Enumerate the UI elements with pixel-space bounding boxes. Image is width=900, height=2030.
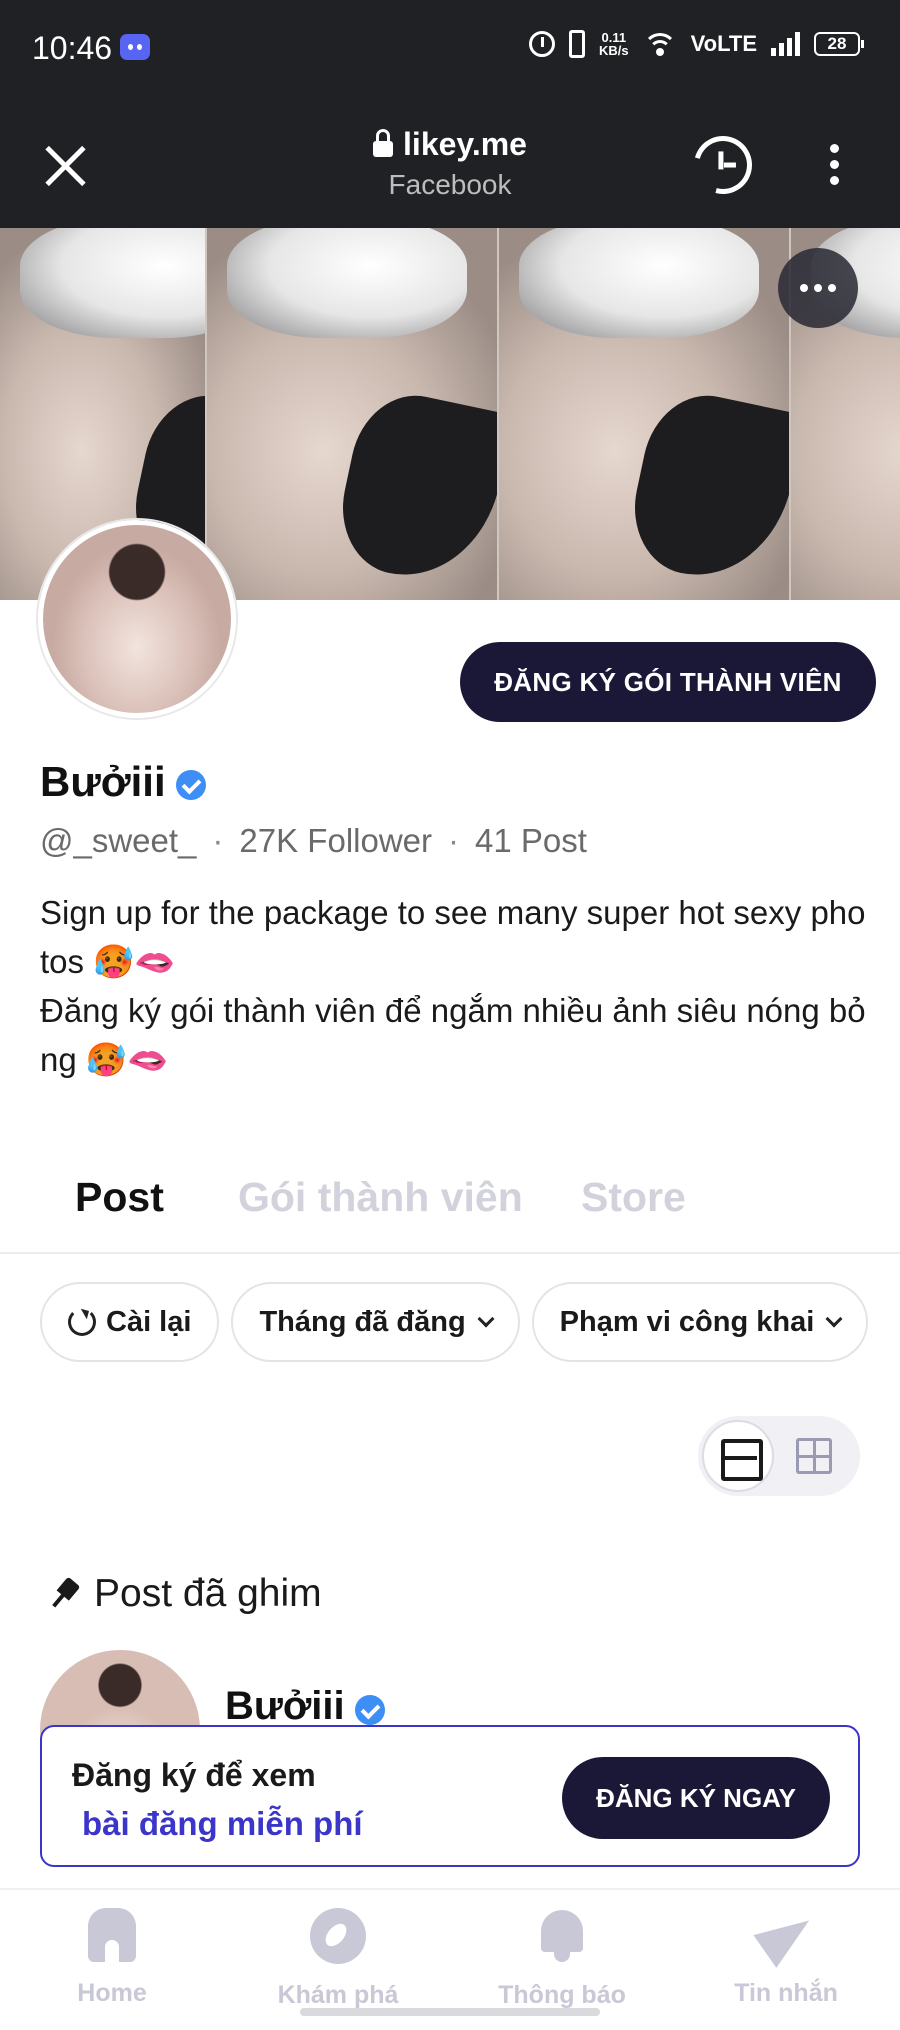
profile-meta: @_sweet_ · 27K Follower · 41 Post xyxy=(40,822,587,860)
volte-label: VoLTE xyxy=(690,31,757,56)
bio-line-vietnamese: Đăng ký gói thành viên để ngắm nhiều ảnh… xyxy=(40,992,866,1078)
nav-home-label: Home xyxy=(77,1979,147,2007)
filter-bar: Cài lại Tháng đã đăng Phạm vi công khai xyxy=(40,1282,869,1362)
home-icon xyxy=(85,1908,139,1962)
pinned-label: Post đã ghim xyxy=(94,1572,322,1615)
post-author-name: Bưởiii xyxy=(225,1684,345,1728)
vibrate-icon xyxy=(568,30,585,58)
send-icon xyxy=(758,1908,814,1962)
verified-icon xyxy=(175,770,206,800)
profile-name-text: Bưởiii xyxy=(40,758,166,805)
reset-filter-label: Cài lại xyxy=(106,1305,192,1338)
url-domain: likey.me xyxy=(403,126,527,162)
profile-name: Bưởiii xyxy=(40,758,206,806)
post-count: 41 Post xyxy=(475,822,587,859)
battery-icon: 28 xyxy=(814,32,864,56)
wifi-icon xyxy=(642,31,677,57)
follower-count[interactable]: 27K Follower xyxy=(239,822,432,860)
scope-filter-dropdown[interactable]: Phạm vi công khai xyxy=(531,1282,869,1362)
network-speed: 0.11 KB/s xyxy=(599,31,629,57)
tab-membership[interactable]: Gói thành viên xyxy=(238,1174,523,1221)
cover-tile xyxy=(499,228,789,600)
home-indicator[interactable] xyxy=(300,2008,600,2016)
avatar[interactable] xyxy=(38,520,236,718)
profile-bio: Sign up for the package to see many supe… xyxy=(40,888,870,1084)
signup-banner-title: Đăng ký để xem xyxy=(72,1757,316,1793)
signup-banner: Đăng ký để xem bài đăng miễn phí ĐĂNG KÝ… xyxy=(40,1725,860,1867)
view-toggle xyxy=(698,1416,860,1496)
bio-line-english: Sign up for the package to see many supe… xyxy=(40,894,866,980)
verified-icon xyxy=(354,1694,385,1725)
signup-now-button[interactable]: ĐĂNG KÝ NGAY xyxy=(562,1757,830,1839)
reset-filter-button[interactable]: Cài lại xyxy=(40,1282,220,1362)
profile-more-icon[interactable] xyxy=(778,248,858,328)
status-icons: 0.11 KB/s VoLTE 28 xyxy=(528,30,864,58)
signup-banner-subtitle: bài đăng miễn phí xyxy=(82,1805,363,1842)
url-subtitle: Facebook xyxy=(388,169,512,200)
bell-icon xyxy=(537,1908,587,1964)
browser-toolbar: likey.me Facebook xyxy=(0,100,900,228)
tab-post[interactable]: Post xyxy=(75,1174,164,1221)
more-vert-icon[interactable] xyxy=(826,144,842,190)
meta-separator: · xyxy=(448,822,460,859)
grid-view-icon[interactable] xyxy=(796,1438,832,1474)
refresh-icon xyxy=(68,1308,96,1336)
subscribe-membership-button[interactable]: ĐĂNG KÝ GÓI THÀNH VIÊN xyxy=(460,642,876,722)
nav-messages[interactable]: Tin nhắn xyxy=(686,1908,886,2008)
month-filter-label: Tháng đã đăng xyxy=(259,1305,466,1338)
scope-filter-label: Phạm vi công khai xyxy=(559,1305,815,1338)
signal-icon xyxy=(771,32,800,56)
nav-home[interactable]: Home xyxy=(12,1908,212,2008)
pin-icon xyxy=(41,1571,86,1616)
discord-icon xyxy=(120,34,150,60)
chevron-down-icon xyxy=(825,1310,843,1328)
meta-separator: · xyxy=(212,822,224,859)
nav-explore[interactable]: Khám phá xyxy=(238,1908,438,2010)
network-speed-unit: KB/s xyxy=(598,43,629,58)
tab-store[interactable]: Store xyxy=(581,1174,686,1221)
nav-notifications[interactable]: Thông báo xyxy=(462,1908,662,2010)
month-filter-dropdown[interactable]: Tháng đã đăng xyxy=(231,1282,520,1362)
profile-tabs: Post Gói thành viên Store xyxy=(0,1170,900,1254)
url-display[interactable]: likey.me Facebook xyxy=(0,126,900,201)
alarm-icon xyxy=(528,31,555,57)
nav-messages-label: Tin nhắn xyxy=(734,1979,838,2007)
post-author[interactable]: Bưởiii xyxy=(225,1684,385,1729)
nav-explore-label: Khám phá xyxy=(277,1981,399,2009)
cover-tile xyxy=(207,228,497,600)
chevron-down-icon xyxy=(477,1310,495,1328)
lock-icon xyxy=(373,128,394,157)
list-view-icon[interactable] xyxy=(702,1420,774,1492)
status-time: 10:46 xyxy=(32,30,113,66)
compass-icon xyxy=(310,1908,366,1964)
status-bar: 10:46 0.11 KB/s VoLTE 28 xyxy=(0,0,900,100)
nav-notifications-label: Thông báo xyxy=(498,1981,626,2009)
profile-handle: @_sweet_ xyxy=(40,822,197,859)
pinned-header: Post đã ghim xyxy=(48,1572,322,1616)
